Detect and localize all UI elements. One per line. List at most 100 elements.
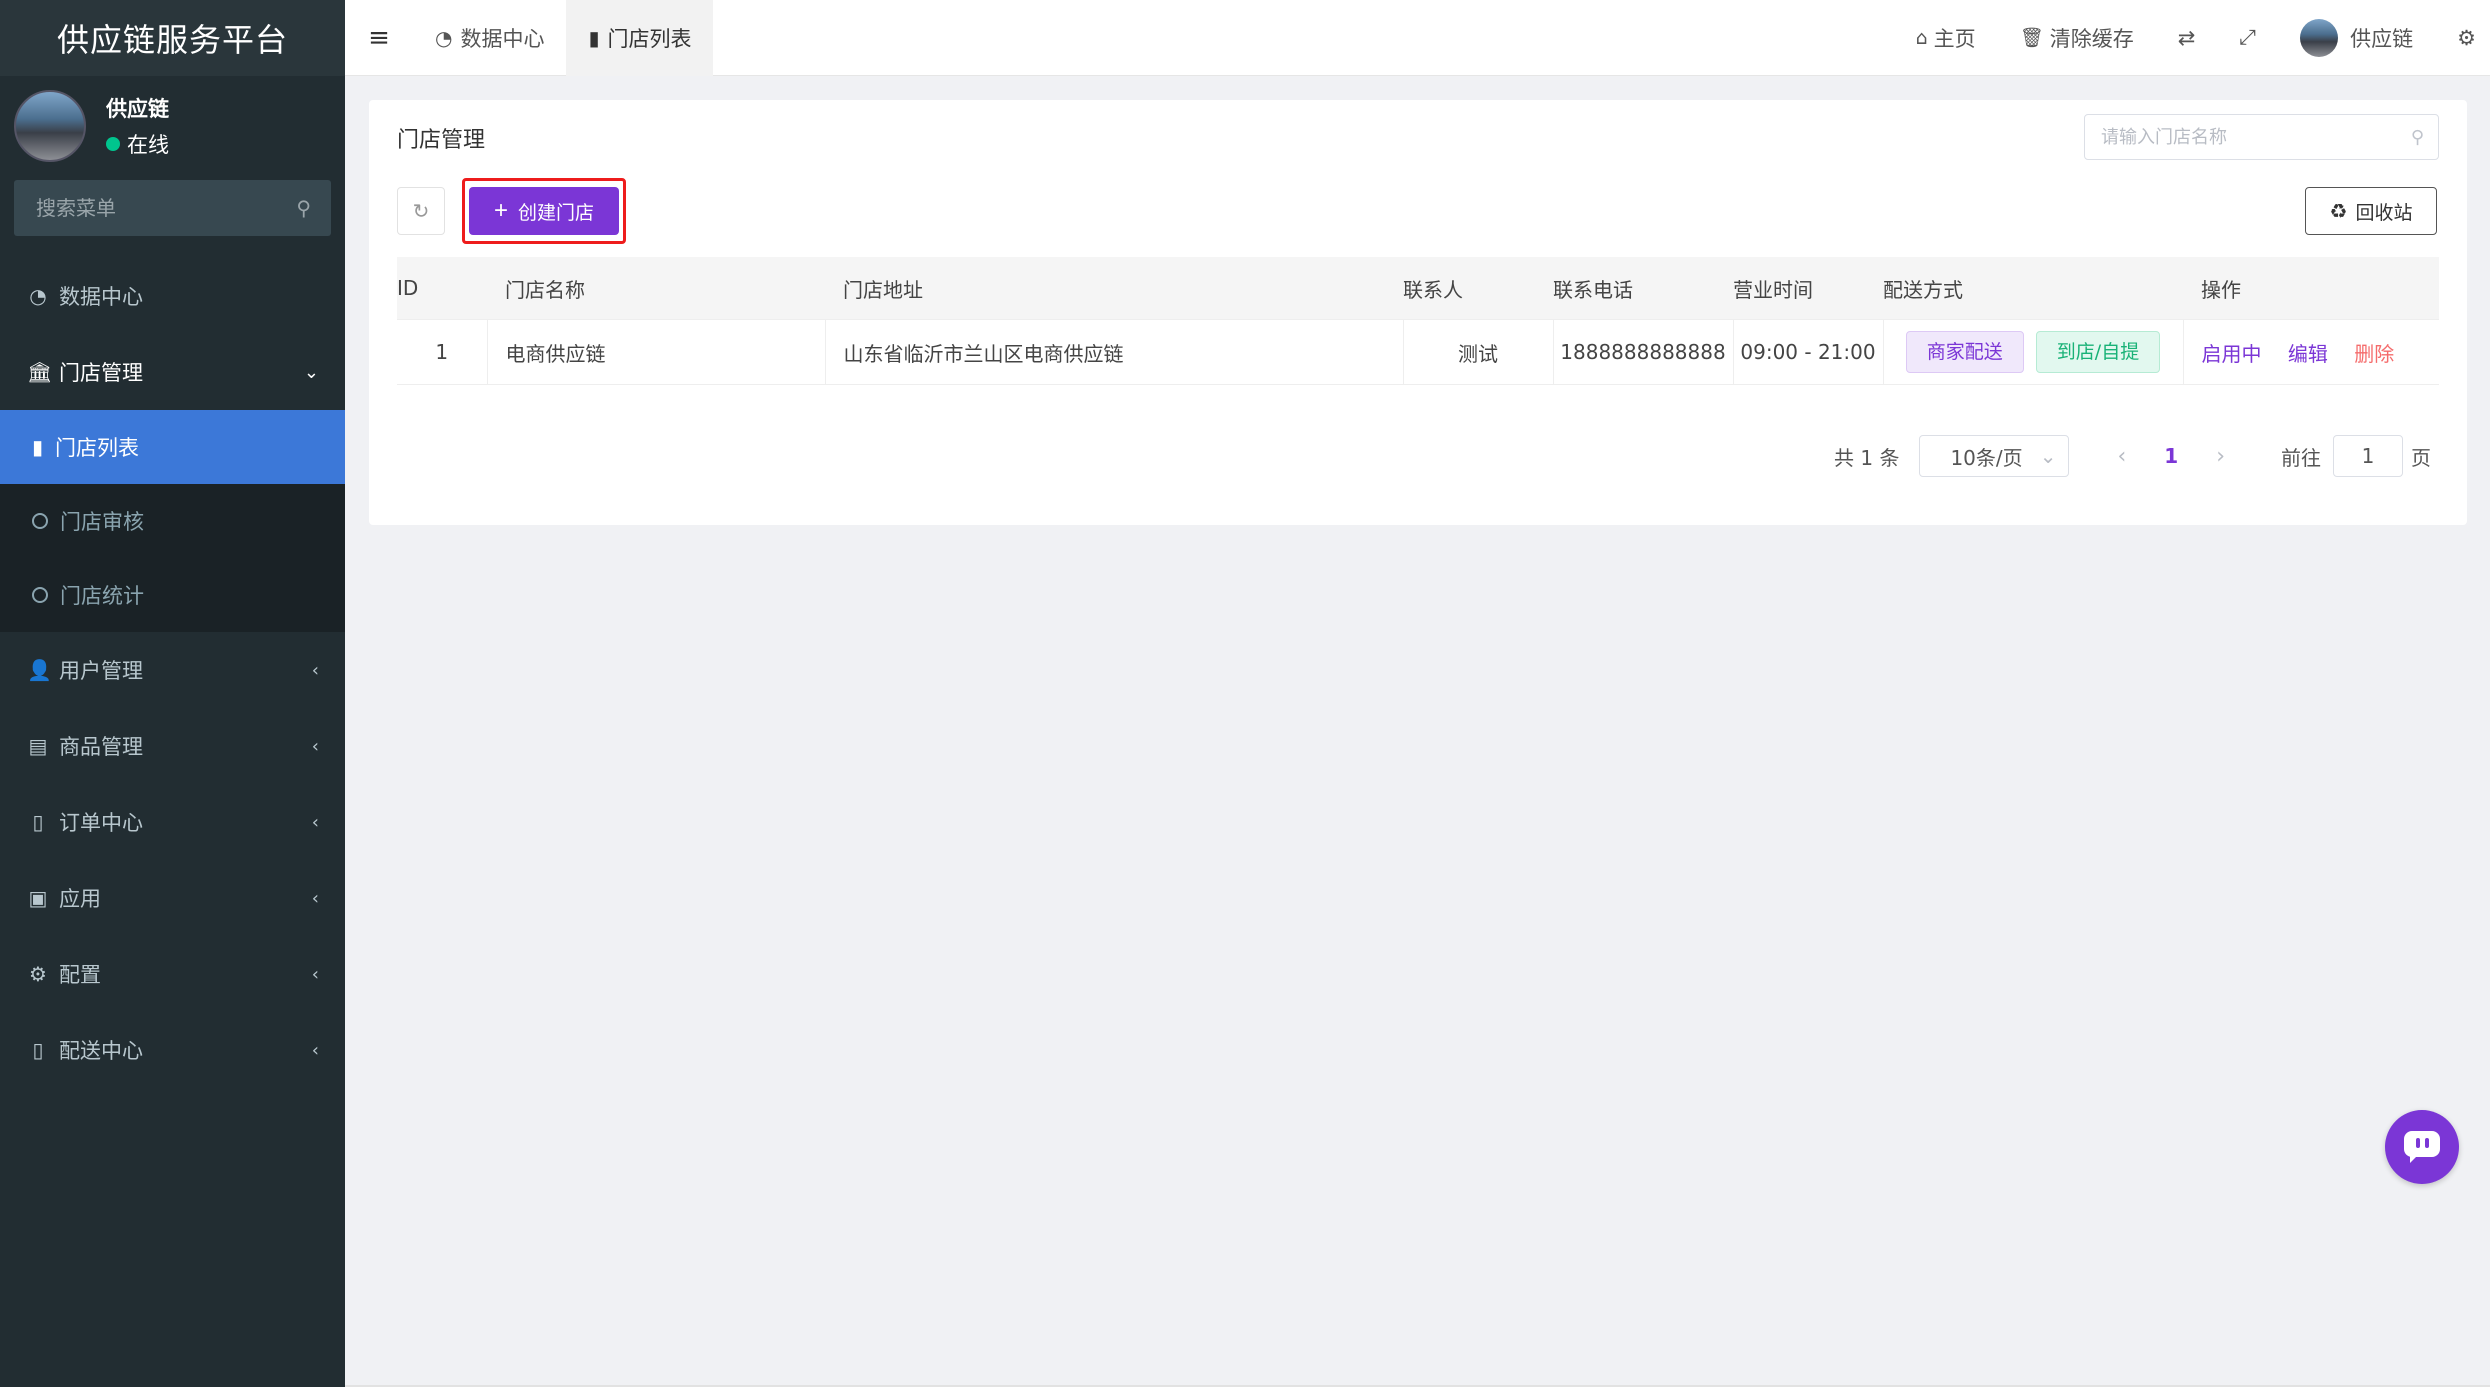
gears-icon: ⚙ [2457, 25, 2476, 50]
recycle-icon: ♻ [2329, 199, 2348, 223]
gears-icon: ⚙ [29, 962, 47, 986]
cell-hours: 09:00 - 21:00 [1733, 319, 1884, 385]
store-search: ⚲ [2084, 114, 2439, 160]
user-panel: 供应链 在线 [0, 76, 345, 176]
header-right: ⌂ 主页 🗑 清除缓存 ⇄ ⤢ 供应链 ⚙ [1894, 0, 2490, 76]
avatar [14, 90, 86, 162]
sidebar-item-store-stats[interactable]: 门店统计 [0, 558, 345, 632]
cell-contact: 测试 [1403, 319, 1554, 385]
menu-toggle-icon[interactable]: ≡ [345, 23, 413, 53]
sidebar-item-dashboard[interactable]: ◔ 数据中心 [0, 258, 345, 334]
fullscreen-button[interactable]: ⤢ [2217, 0, 2278, 76]
store-search-input[interactable] [2099, 125, 2411, 149]
home-link[interactable]: ⌂ 主页 [1894, 0, 1998, 76]
tab-dashboard[interactable]: ◔ 数据中心 [413, 0, 566, 76]
table-row: 1 电商供应链 山东省临沂市兰山区电商供应链 测试 1888888888888 … [397, 319, 2439, 385]
user-menu[interactable]: 供应链 [2278, 0, 2435, 76]
store-submenu: ▮ 门店列表 门店审核 门店统计 [0, 410, 345, 632]
col-header-contact: 联系人 [1403, 257, 1553, 320]
refresh-icon: ↻ [412, 199, 430, 223]
cell-phone: 1888888888888 [1553, 319, 1734, 385]
translate-button[interactable]: ⇄ [2156, 0, 2218, 76]
chevron-left-icon: ‹ [311, 659, 319, 681]
chevron-down-icon: ⌄ [2039, 444, 2057, 468]
sidebar-item-order-center[interactable]: ▯ 订单中心 ‹ [0, 784, 345, 860]
sidebar-item-config[interactable]: ⚙ 配置 ‹ [0, 936, 345, 1012]
delivery-tag-merchant: 商家配送 [1905, 331, 2024, 373]
dashboard-icon: ◔ [435, 25, 453, 50]
goto-page-input[interactable]: 1 [2333, 435, 2403, 477]
sidebar-item-label: 用户管理 [59, 659, 143, 683]
cell-address: 山东省临沂市兰山区电商供应链 [825, 319, 1404, 385]
translate-icon: ⇄ [2177, 25, 2196, 50]
col-header-phone: 联系电话 [1553, 257, 1733, 320]
recycle-bin-button[interactable]: ♻ 回收站 [2305, 187, 2437, 235]
pagination-total: 共 1 条 [1834, 445, 1900, 470]
cell-actions: 启用中 编辑 删除 [2183, 319, 2439, 385]
building-icon: ▮ [588, 25, 600, 50]
page-number-current[interactable]: 1 [2164, 444, 2178, 468]
page-title: 门店管理 [397, 128, 486, 153]
settings-button[interactable]: ⚙ [2435, 0, 2490, 76]
clear-cache-label: 清除缓存 [2049, 26, 2134, 51]
search-icon[interactable]: ⚲ [296, 196, 311, 220]
chevron-left-icon: ‹ [311, 887, 319, 909]
clear-cache-button[interactable]: 🗑 清除缓存 [1998, 0, 2156, 76]
sidebar-item-apps[interactable]: ▣ 应用 ‹ [0, 860, 345, 936]
file-icon: ▯ [32, 1038, 44, 1062]
sidebar: 供应链服务平台 供应链 在线 ⚲ ◔ 数据中心 🏛 门店管理 ⌄ ▮ 门店列表 [0, 0, 345, 1387]
chat-icon [2404, 1131, 2440, 1163]
chevron-left-icon: ‹ [311, 1039, 319, 1061]
chevron-left-icon: ‹ [311, 963, 319, 985]
recycle-bin-label: 回收站 [2355, 201, 2413, 224]
home-label: 主页 [1933, 26, 1976, 51]
col-header-hours: 营业时间 [1733, 257, 1883, 320]
avatar [2300, 18, 2339, 57]
create-store-button[interactable]: + 创建门店 [469, 187, 619, 235]
chevron-left-icon: ‹ [311, 811, 319, 833]
briefcase-icon: ▣ [28, 886, 48, 910]
sidebar-item-store-list[interactable]: ▮ 门店列表 [0, 410, 345, 484]
edit-link[interactable]: 编辑 [2288, 342, 2328, 366]
page-size-select[interactable]: 10条/页 ⌄ [1919, 435, 2070, 477]
trash-icon: 🗑 [2019, 27, 2044, 49]
chat-assistant-button[interactable] [2385, 1110, 2459, 1184]
sidebar-item-label: 门店统计 [60, 584, 144, 608]
enable-toggle-link[interactable]: 启用中 [2202, 342, 2262, 366]
prev-page-icon[interactable]: ‹ [2117, 444, 2126, 469]
user-icon: 👤 [27, 658, 52, 682]
goto-label: 前往 [2281, 445, 2321, 470]
chevron-left-icon: ‹ [311, 735, 319, 757]
col-header-id: ID [397, 257, 487, 320]
goto-page-value: 1 [2361, 444, 2375, 468]
col-header-name: 门店名称 [487, 257, 825, 320]
dashboard-icon: ◔ [29, 284, 47, 308]
building-icon: ▮ [32, 435, 44, 459]
sidebar-item-goods-mgmt[interactable]: ▤ 商品管理 ‹ [0, 708, 345, 784]
search-icon[interactable]: ⚲ [2411, 127, 2424, 148]
col-header-address: 门店地址 [825, 257, 1403, 320]
sidebar-item-store-review[interactable]: 门店审核 [0, 484, 345, 558]
sidebar-item-label: 商品管理 [59, 735, 143, 759]
bank-icon: 🏛 [27, 360, 53, 384]
tab-label: 门店列表 [607, 26, 692, 51]
online-dot-icon [106, 137, 120, 151]
sidebar-item-store-mgmt[interactable]: 🏛 门店管理 ⌄ [0, 334, 345, 410]
sidebar-item-delivery-center[interactable]: ▯ 配送中心 ‹ [0, 1012, 345, 1088]
create-store-label: 创建门店 [518, 202, 595, 224]
sidebar-item-label: 配置 [59, 963, 101, 987]
cell-name: 电商供应链 [487, 319, 826, 385]
cell-id: 1 [397, 319, 488, 385]
sidebar-item-user-mgmt[interactable]: 👤 用户管理 ‹ [0, 632, 345, 708]
sidebar-item-label: 配送中心 [59, 1039, 143, 1063]
sidebar-item-label: 门店审核 [60, 510, 144, 534]
menu-search: ⚲ [14, 180, 331, 236]
delete-link[interactable]: 删除 [2354, 342, 2394, 366]
delivery-tag-pickup: 到店/自提 [2035, 331, 2161, 373]
page-suffix: 页 [2411, 445, 2431, 470]
refresh-button[interactable]: ↻ [397, 187, 445, 235]
next-page-icon[interactable]: › [2216, 444, 2225, 469]
tab-store-list[interactable]: ▮ 门店列表 [566, 0, 714, 76]
menu-search-input[interactable] [34, 195, 297, 221]
sidebar-item-label: 门店列表 [55, 436, 140, 460]
